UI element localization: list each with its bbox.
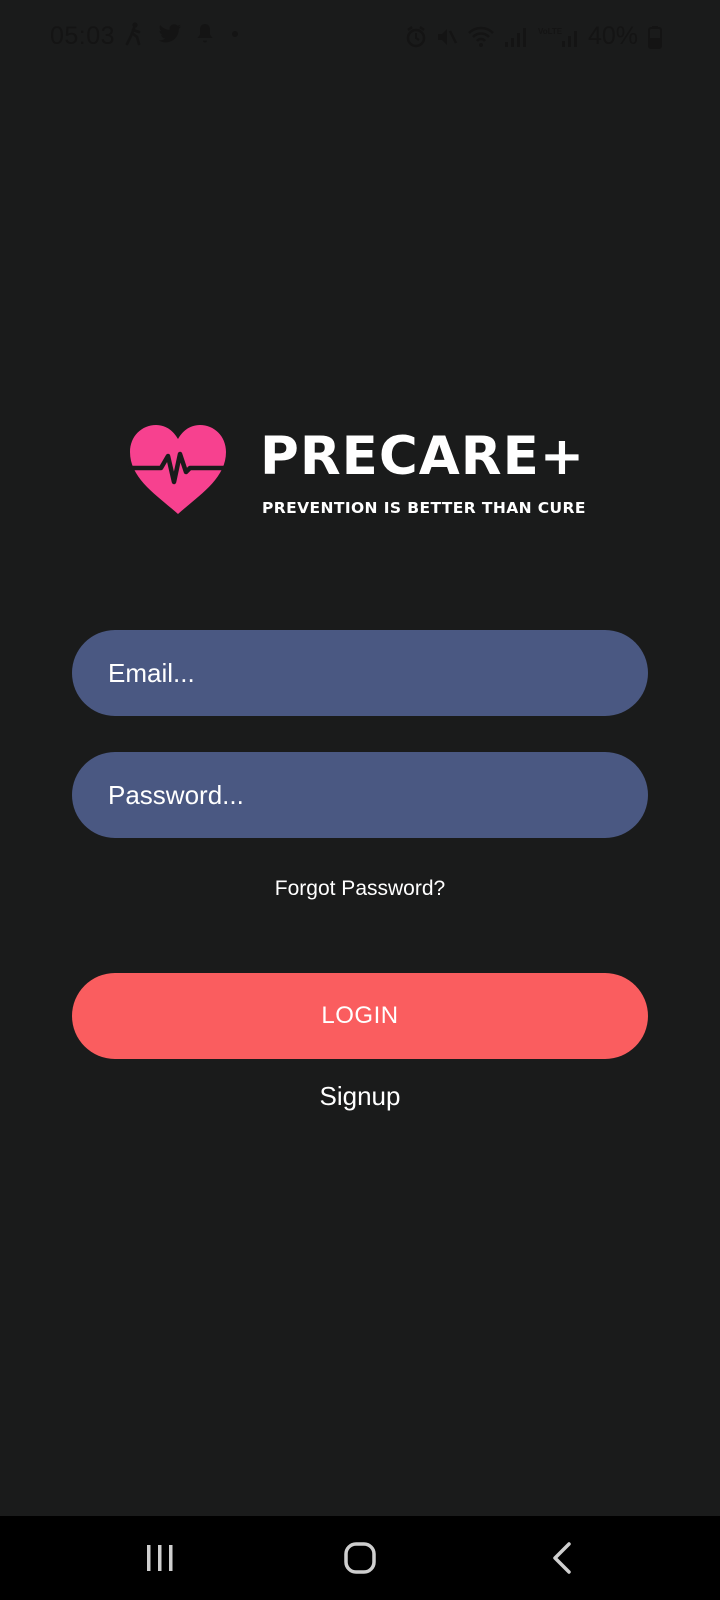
mute-icon	[436, 26, 458, 48]
status-time: 05:03	[50, 22, 116, 50]
logo-title: PRECARE+	[260, 426, 586, 487]
status-left-icons	[124, 22, 242, 46]
status-bar: 05:03 VoLTE 40%	[0, 0, 720, 72]
walking-icon	[124, 22, 144, 46]
back-icon[interactable]	[502, 1516, 622, 1600]
dot-icon	[228, 29, 242, 39]
notification-icon	[196, 23, 214, 45]
battery-icon	[648, 25, 662, 49]
heart-pulse-icon	[128, 425, 228, 514]
signal-icon	[504, 26, 528, 48]
recent-apps-icon[interactable]	[100, 1516, 220, 1600]
password-field[interactable]	[72, 752, 648, 838]
app-logo: PRECARE+ PREVENTION IS BETTER THAN CURE	[128, 424, 585, 524]
login-screen: 05:03 VoLTE 40% PRECARE+ PREVENTION IS B…	[0, 0, 720, 1600]
logo-tagline: PREVENTION IS BETTER THAN CURE	[262, 499, 586, 517]
login-button[interactable]: LOGIN	[72, 973, 648, 1059]
battery-percent: 40%	[587, 22, 638, 50]
navigation-bar	[0, 1516, 720, 1600]
signup-link[interactable]: Signup	[0, 1081, 720, 1112]
email-field[interactable]	[72, 630, 648, 716]
forgot-password-link[interactable]: Forgot Password?	[0, 877, 720, 901]
wifi-icon	[468, 26, 494, 48]
twitter-icon	[158, 24, 182, 44]
svg-text:VoLTE: VoLTE	[538, 27, 563, 36]
volte-signal-icon: VoLTE	[538, 25, 578, 49]
status-right-icons: VoLTE 40%	[406, 22, 662, 51]
alarm-icon	[406, 25, 426, 48]
home-icon[interactable]	[300, 1516, 420, 1600]
